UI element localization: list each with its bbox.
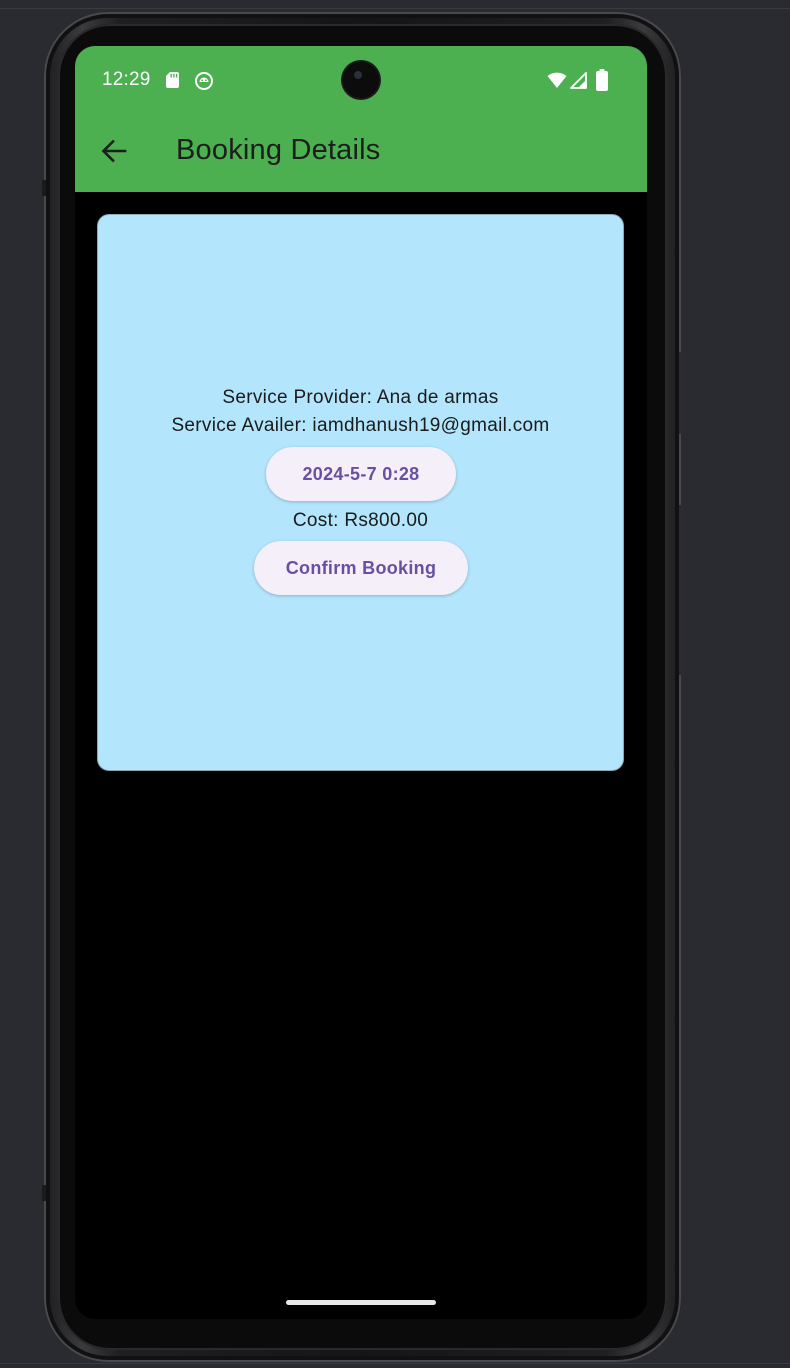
status-bar: 12:29 [75,46,647,114]
booking-details-card: Service Provider: Ana de armas Service A… [97,214,624,771]
wifi-icon [547,72,567,88]
status-time: 12:29 [102,69,151,90]
page-title: Booking Details [176,134,381,166]
cost-text: Cost: Rs800.00 [292,510,429,531]
home-gesture-bar[interactable] [286,1300,436,1305]
cell-signal-icon [570,72,587,89]
android-debug-icon [195,72,213,90]
date-time-picker-button[interactable]: 2024-5-7 0:28 [266,447,456,501]
frame-antenna-line [42,180,46,196]
window-bottom-divider [0,1363,790,1364]
confirm-booking-button[interactable]: Confirm Booking [254,541,468,595]
battery-icon [596,69,608,91]
volume-button[interactable] [679,505,684,675]
window-top-divider [0,8,790,9]
device-screen: 12:29 Booking Details Service Provider: … [75,46,647,1319]
front-camera [343,62,379,98]
back-button[interactable] [91,128,137,174]
app-bar: 12:29 Booking Details [75,46,647,192]
service-provider-text: Service Provider: Ana de armas [222,387,499,408]
frame-antenna-line [42,1185,46,1201]
power-button[interactable] [679,352,684,434]
service-availer-text: Service Availer: iamdhanush19@gmail.com [171,415,550,436]
sd-card-icon [166,72,179,88]
arrow-left-icon [101,139,127,163]
